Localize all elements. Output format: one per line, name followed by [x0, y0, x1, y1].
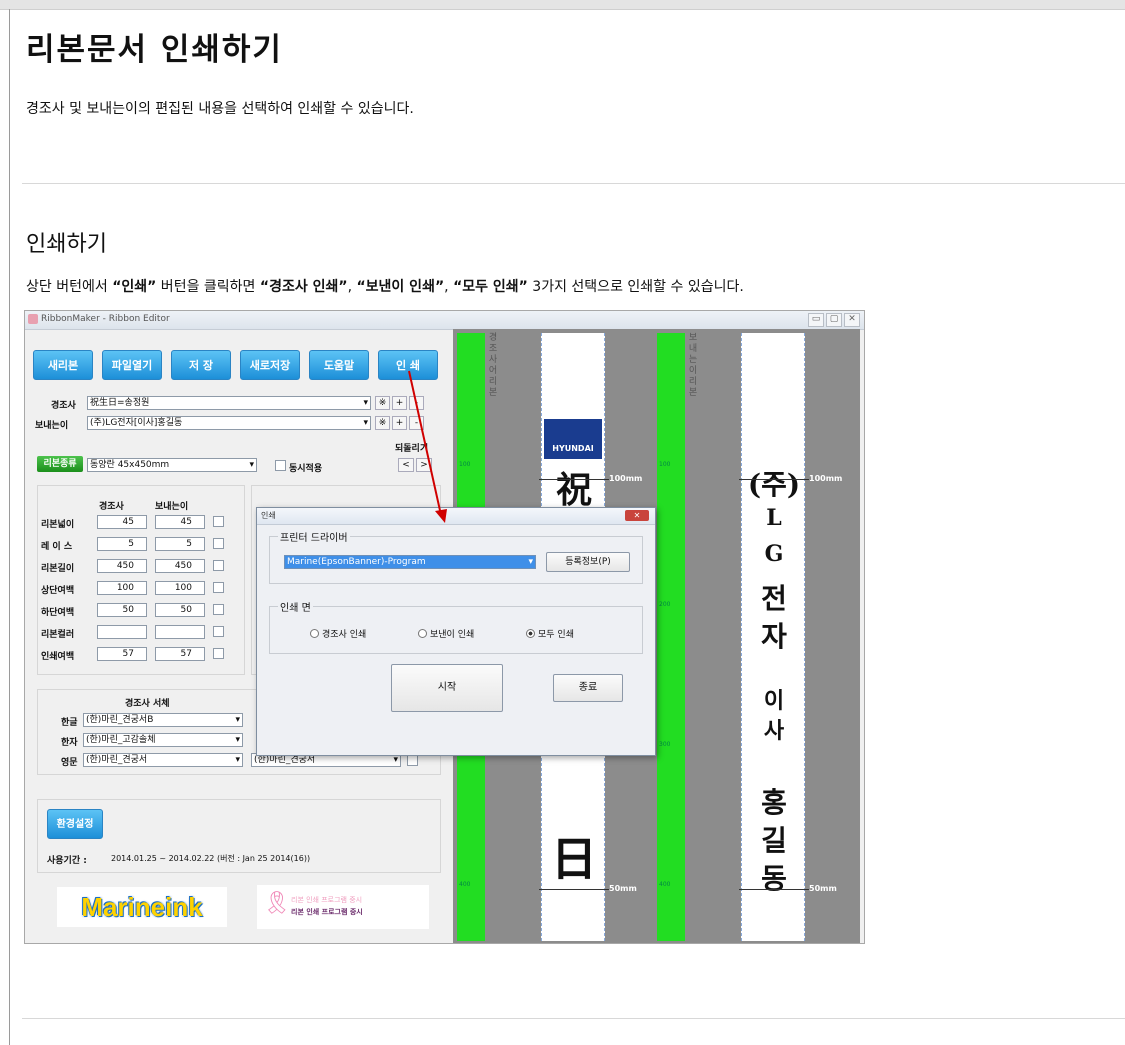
- browser-top-edge: [0, 0, 1125, 10]
- section-title: 인쇄하기: [26, 232, 107, 257]
- arrow-line: [408, 370, 442, 516]
- arrow-head: [435, 509, 447, 523]
- annotation-arrow: [408, 370, 447, 523]
- page-title: 리본문서 인쇄하기: [26, 32, 283, 68]
- divider-bottom: [22, 1018, 1125, 1019]
- app-screenshot: RibbonMaker - Ribbon Editor ▭ ▢ ✕ 새리본 파일…: [24, 310, 865, 944]
- document: 리본문서 인쇄하기 경조사 및 보내는이의 편집된 내용을 선택하여 인쇄할 수…: [10, 10, 1125, 1045]
- intro-text: 경조사 및 보내는이의 편집된 내용을 선택하여 인쇄할 수 있습니다.: [26, 101, 414, 117]
- section-description: 상단 버턴에서 “인쇄” 버턴을 클릭하면 “경조사 인쇄”, “보낸이 인쇄”…: [26, 279, 744, 295]
- divider: [22, 183, 1125, 184]
